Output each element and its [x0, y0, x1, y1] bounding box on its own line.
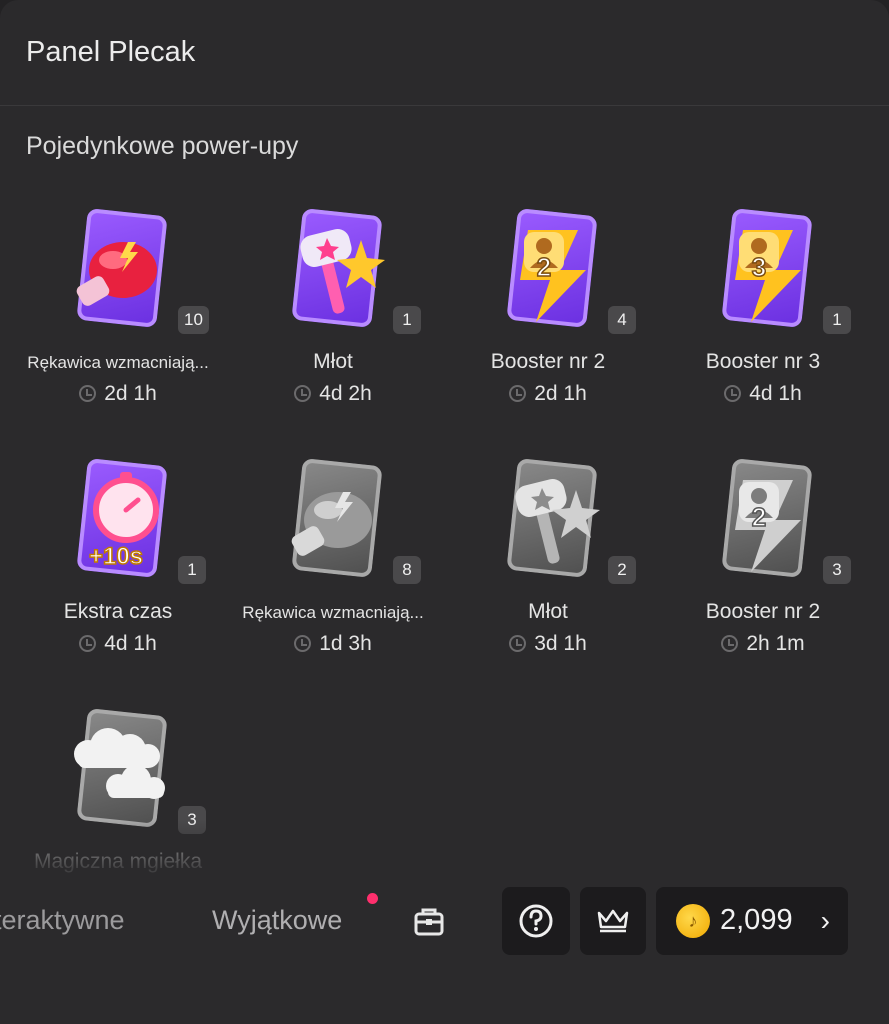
coin-icon: ♪: [676, 904, 710, 938]
item-time: 2h 1m: [655, 632, 871, 656]
clock-icon: [721, 635, 739, 652]
item-name: Ekstra czas: [63, 600, 173, 623]
tab-special[interactable]: Wyjątkowe: [212, 905, 342, 936]
crown-button[interactable]: [580, 887, 646, 955]
item-count-badge: 1: [823, 306, 851, 334]
powerup-item-extra-time[interactable]: +10s 1 Ekstra czas 4d 1h: [10, 450, 226, 680]
powerup-item-boxing-glove-grey[interactable]: 8 Rękawica wzmacniają... 1d 3h: [225, 450, 441, 680]
bag-icon[interactable]: [412, 904, 446, 938]
cloud-icon: 3: [68, 708, 206, 835]
boxing-glove-icon: 10: [68, 208, 209, 335]
item-name: Rękawica wzmacniają...: [27, 353, 209, 372]
help-icon: [519, 904, 553, 938]
item-time: 2d 1h: [440, 382, 656, 406]
clock-icon: [79, 385, 97, 402]
help-button[interactable]: [502, 887, 570, 955]
item-name: Booster nr 2: [490, 350, 606, 373]
item-name: Młot: [313, 350, 353, 373]
panel-header: Panel Plecak: [0, 0, 889, 106]
chevron-right-icon: ›: [820, 905, 830, 936]
item-count-badge: 1: [178, 556, 206, 584]
clock-icon: [294, 385, 312, 402]
item-time: 4d 2h: [225, 382, 441, 406]
item-count-badge: 8: [393, 556, 421, 584]
item-time: 4d 1h: [10, 632, 226, 656]
panel-title: Panel Plecak: [26, 36, 196, 68]
coin-balance: 2,099: [720, 904, 793, 936]
item-count-badge: 10: [178, 306, 209, 334]
notification-dot: [367, 893, 378, 904]
item-name: Booster nr 3: [705, 350, 821, 373]
booster-3-icon: 3 1: [713, 208, 851, 335]
svg-text:2: 2: [752, 502, 766, 532]
clock-icon: [509, 635, 527, 652]
item-time: 1d 3h: [225, 632, 441, 656]
clock-icon: [724, 385, 742, 402]
item-name: Magiczna mgiełka: [33, 850, 203, 873]
item-name: Rękawica wzmacniają...: [242, 603, 424, 622]
crown-icon: [597, 909, 629, 933]
section-title: Pojedynkowe power-upy: [26, 132, 299, 160]
item-count-badge: 3: [178, 806, 206, 834]
bottom-bar: teraktywne Wyjątkowe ♪ 2,099 ›: [0, 880, 889, 970]
powerup-item-boxing-glove[interactable]: 10 Rękawica wzmacniają... 2d 1h: [10, 200, 226, 430]
booster-2-icon: 2 4: [498, 208, 636, 335]
backpack-panel: Panel Plecak Pojedynkowe power-upy 10 Rę…: [0, 0, 889, 1024]
powerup-item-hammer-grey[interactable]: 2 Młot 3d 1h: [440, 450, 656, 680]
item-count-badge: 4: [608, 306, 636, 334]
item-count-badge: 1: [393, 306, 421, 334]
coins-button[interactable]: ♪ 2,099 ›: [656, 887, 848, 955]
clock-icon: [509, 385, 527, 402]
item-time: 2d 1h: [10, 382, 226, 406]
hammer-icon: 1: [283, 208, 421, 335]
clock-icon: [79, 635, 97, 652]
clock-icon: [294, 635, 312, 652]
stopwatch-icon: +10s 1: [68, 458, 206, 585]
svg-text:3: 3: [752, 252, 766, 282]
item-name: Młot: [528, 600, 568, 623]
powerup-item-booster-3[interactable]: 3 1 Booster nr 3 4d 1h: [655, 200, 871, 430]
powerup-item-booster-2-grey[interactable]: 2 3 Booster nr 2 2h 1m: [655, 450, 871, 680]
hammer-icon: 2: [498, 458, 636, 585]
powerup-item-hammer[interactable]: 1 Młot 4d 2h: [225, 200, 441, 430]
tab-interactive[interactable]: teraktywne: [0, 905, 125, 936]
boxing-glove-icon: 8: [283, 458, 421, 585]
powerup-item-booster-2[interactable]: 2 4 Booster nr 2 2d 1h: [440, 200, 656, 430]
item-time: 3d 1h: [440, 632, 656, 656]
svg-text:+10s: +10s: [89, 543, 143, 570]
booster-2-icon: 2 3: [713, 458, 851, 585]
item-time: 4d 1h: [655, 382, 871, 406]
svg-text:2: 2: [537, 252, 551, 282]
item-count-badge: 2: [608, 556, 636, 584]
item-count-badge: 3: [823, 556, 851, 584]
item-name: Booster nr 2: [705, 600, 821, 623]
